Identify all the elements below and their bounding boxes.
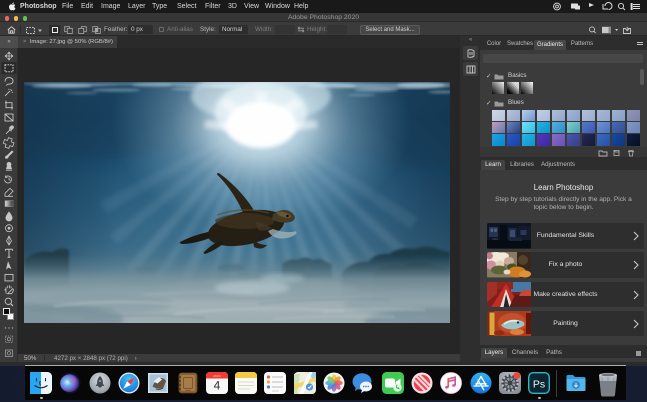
svg-text:4: 4	[213, 378, 220, 392]
svg-text:Ps: Ps	[533, 378, 545, 390]
svg-text:MON: MON	[213, 373, 220, 377]
